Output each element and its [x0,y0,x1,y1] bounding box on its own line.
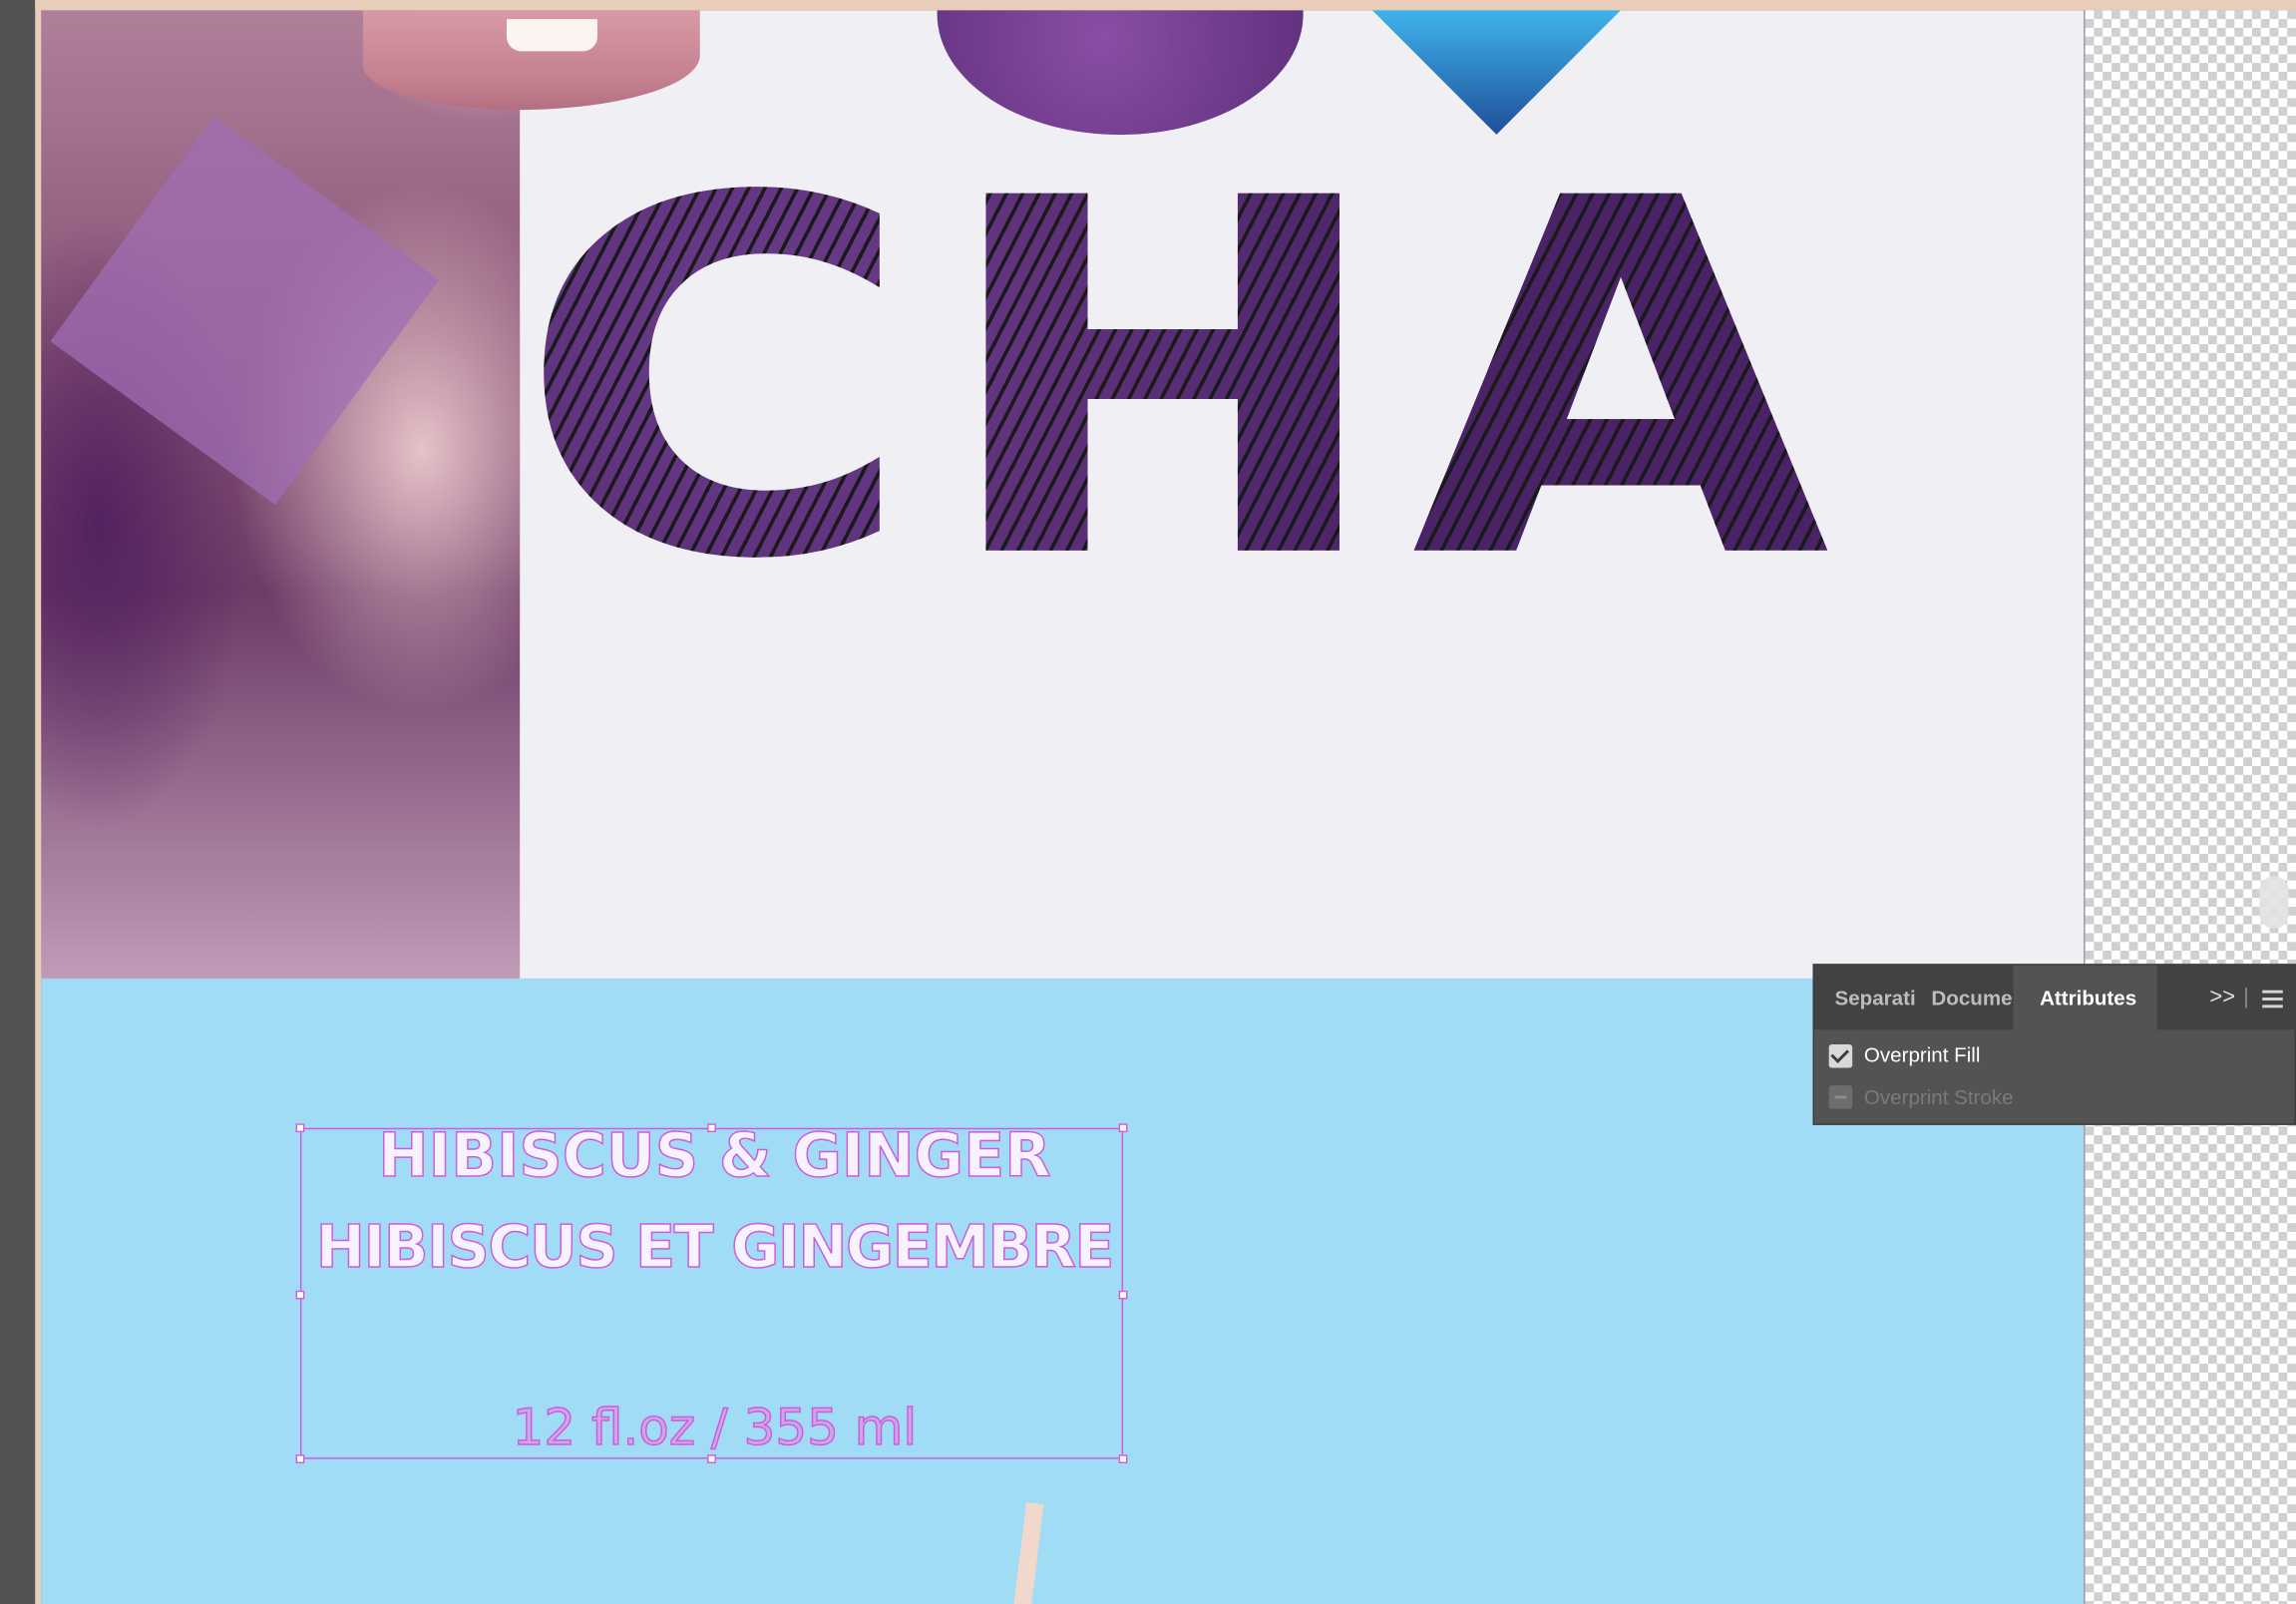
volume-text: 12 fl.oz / 355 ml [512,1399,918,1458]
artboard-bottom-section[interactable]: HIBISCUS & GINGER HIBISCUS ET GINGEMBRE … [41,978,2085,1604]
overprint-stroke-label: Overprint Stroke [1863,1085,2014,1109]
flavor-name-english: HIBISCUS & GINGER [378,1120,1052,1192]
pasteboard-left [0,0,36,1604]
transparent-pasteboard [2084,10,2296,1604]
straw-graphic [1011,1502,1044,1604]
headline-letters: CHA [517,96,1853,666]
panel-menu-icon[interactable] [2262,990,2283,1008]
collapse-panel-icon[interactable]: >> [2209,966,2235,1030]
tab-separations[interactable]: Separati [1835,966,1917,1030]
vertical-scrollbar-thumb[interactable] [2259,876,2289,930]
selected-text-frame[interactable]: HIBISCUS & GINGER HIBISCUS ET GINGEMBRE … [295,1120,1128,1464]
teeth-graphic [506,19,597,52]
canvas-workspace[interactable]: CHA HIBISCUS & GINGER HIBISCUS ET GINGEM… [0,0,2296,1604]
bleed-guide-horizontal [35,0,2296,11]
flavor-name-french: HIBISCUS ET GINGEMBRE [315,1214,1115,1283]
panel-tab-bar: Separati Docume ↕ Attributes >> | [1813,965,2296,1030]
bleed-guide-vertical [35,0,42,1604]
panel-divider: | [2243,984,2249,1009]
overprint-stroke-checkbox[interactable] [1828,1085,1853,1109]
tab-attributes[interactable]: Attributes [2013,965,2157,1030]
overprint-fill-checkbox[interactable] [1828,1044,1853,1068]
overprint-fill-label: Overprint Fill [1863,1042,1981,1067]
artboard-top-section[interactable]: CHA [41,10,2085,979]
attributes-panel[interactable]: Separati Docume ↕ Attributes >> | Overpr… [1812,964,2296,1125]
frame-handle-middle-right[interactable] [1118,1290,1128,1300]
frame-handle-middle-left[interactable] [295,1290,305,1300]
tab-document[interactable]: Docume [1931,966,2013,1030]
